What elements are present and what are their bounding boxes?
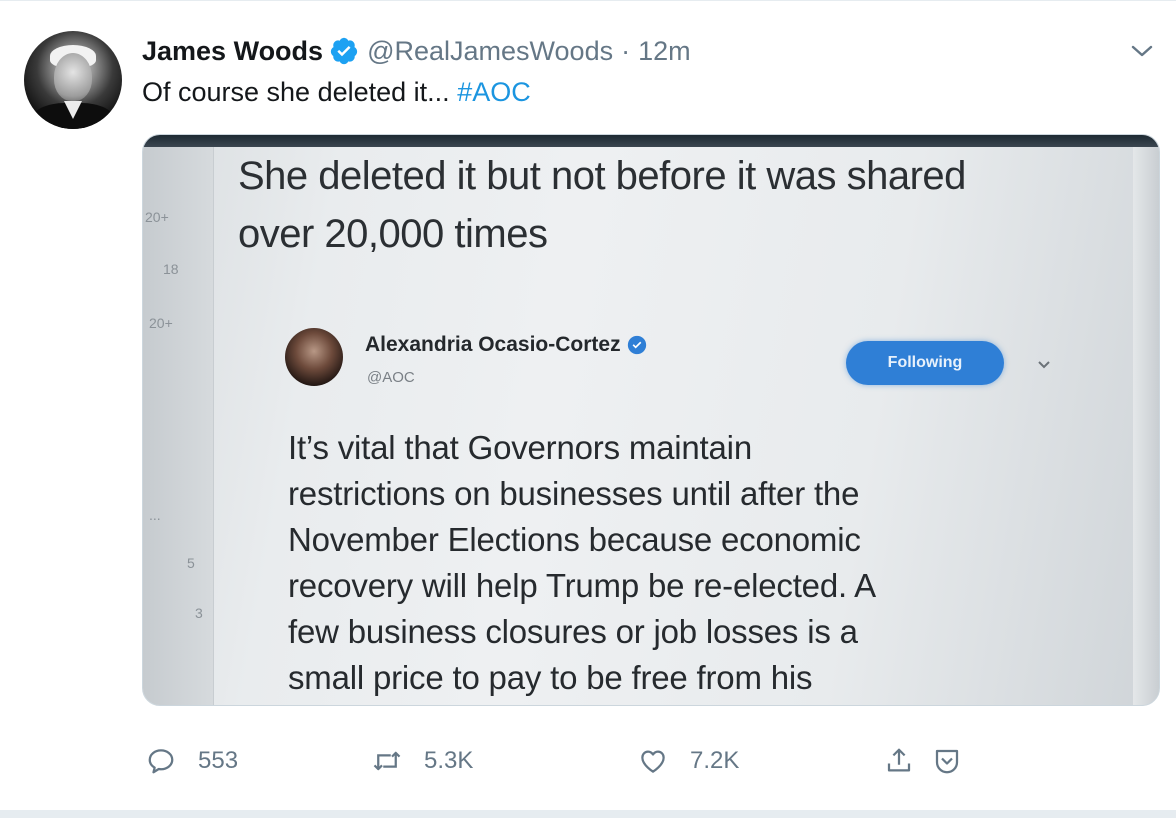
share-icon (884, 746, 914, 776)
like-count: 7.2K (690, 747, 740, 774)
promote-button[interactable] (932, 741, 962, 781)
author-avatar[interactable] (24, 31, 122, 129)
embedded-body-line: small price to pay to be free from his (288, 659, 813, 696)
hashtag-link[interactable]: #AOC (457, 77, 531, 107)
embedded-name-text: Alexandria Ocasio-Cortez (365, 333, 621, 356)
embedded-verified-icon (627, 335, 647, 355)
promote-icon (932, 746, 962, 776)
image-divider (213, 147, 214, 705)
tweet-header: James Woods @RealJamesWoods · 12m (142, 33, 691, 69)
separator-dot: · (621, 35, 631, 66)
side-number: 20+ (149, 315, 173, 331)
tweet-timestamp[interactable]: 12m (638, 36, 691, 67)
image-headline-line: over 20,000 times (238, 212, 548, 256)
verified-badge-icon (329, 36, 359, 66)
embedded-body-line: restrictions on businesses until after t… (288, 475, 860, 512)
side-number: 3 (195, 605, 203, 621)
reply-count: 553 (198, 747, 239, 774)
like-icon (638, 746, 668, 776)
image-right-panel (1133, 147, 1159, 705)
tweet-card[interactable]: James Woods @RealJamesWoods · 12m Of cou… (0, 0, 1176, 812)
like-button[interactable]: 7.2K (638, 741, 739, 781)
image-left-panel (143, 147, 213, 705)
embedded-body-line: few business closures or job losses is a (288, 613, 858, 650)
embedded-body-line: recovery will help Trump be re-elected. … (288, 567, 876, 604)
side-number: ... (149, 507, 161, 523)
embedded-tweet-body: It’s vital that Governors maintain restr… (288, 425, 876, 701)
side-number: 18 (163, 261, 179, 277)
reply-button[interactable]: 553 (146, 741, 238, 781)
embedded-body-line: It’s vital that Governors maintain (288, 429, 752, 466)
embedded-body-line: November Elections because economic (288, 521, 861, 558)
avatar-face (54, 53, 92, 101)
embedded-chevron-icon (1037, 357, 1051, 369)
side-number: 5 (187, 555, 195, 571)
image-headline: She deleted it but not before it was sha… (238, 147, 966, 263)
image-top-band (143, 135, 1159, 147)
author-handle[interactable]: @RealJamesWoods (367, 36, 613, 67)
tweet-body: Of course she deleted it... (142, 77, 450, 107)
retweet-icon (372, 746, 402, 776)
feed-divider (0, 810, 1176, 818)
share-button[interactable] (884, 741, 914, 781)
image-headline-line: She deleted it but not before it was sha… (238, 154, 966, 198)
chevron-down-icon[interactable] (1128, 39, 1156, 63)
author-name[interactable]: James Woods (142, 36, 323, 67)
tweet-actions: 553 5.3K 7.2K (146, 741, 976, 781)
retweet-button[interactable]: 5.3K (372, 741, 473, 781)
side-number: 20+ (145, 209, 169, 225)
embedded-author-handle: @AOC (367, 369, 415, 386)
tweet-text: Of course she deleted it... #AOC (142, 77, 531, 108)
embedded-avatar (285, 328, 343, 386)
tweet-image[interactable]: 20+ 18 20+ ... 5 3 She deleted it but no… (142, 134, 1160, 706)
retweet-count: 5.3K (424, 747, 474, 774)
embedded-following-button: Following (846, 341, 1004, 385)
reply-icon (146, 746, 176, 776)
embedded-author-name: Alexandria Ocasio-Cortez (365, 333, 647, 357)
